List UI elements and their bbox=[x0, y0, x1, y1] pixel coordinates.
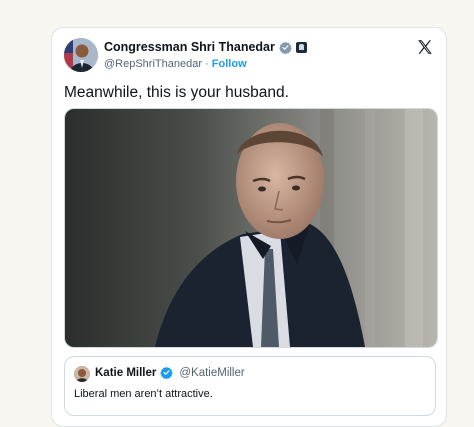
x-logo-icon[interactable] bbox=[416, 38, 434, 56]
author-avatar[interactable] bbox=[64, 38, 98, 72]
tweet-text: Meanwhile, this is your husband. bbox=[64, 84, 289, 101]
quoted-author-handle[interactable]: @KatieMiller bbox=[179, 367, 244, 379]
government-badge-icon bbox=[295, 41, 307, 53]
quoted-tweet[interactable]: Katie Miller @KatieMiller Liberal men ar… bbox=[64, 356, 436, 416]
tweet-embed-card[interactable]: Congressman Shri Thanedar @RepShriThaned… bbox=[51, 27, 447, 427]
author-handle[interactable]: @RepShriThanedar bbox=[104, 58, 202, 70]
author-name-row: Congressman Shri Thanedar bbox=[104, 40, 307, 54]
handle-separator: · bbox=[205, 58, 209, 70]
quoted-author-name[interactable]: Katie Miller bbox=[95, 367, 156, 379]
author-handle-row: @RepShriThanedar · Follow bbox=[104, 58, 247, 70]
quoted-tweet-text: Liberal men aren’t attractive. bbox=[74, 388, 213, 400]
verified-badge-icon bbox=[160, 366, 174, 379]
verified-badge-icon bbox=[279, 41, 292, 54]
quoted-author-avatar[interactable] bbox=[74, 366, 90, 382]
quoted-name-row: Katie Miller @KatieMiller bbox=[95, 366, 245, 379]
tweet-photo[interactable] bbox=[64, 108, 438, 348]
follow-link[interactable]: Follow bbox=[212, 58, 247, 70]
author-name[interactable]: Congressman Shri Thanedar bbox=[104, 40, 275, 54]
